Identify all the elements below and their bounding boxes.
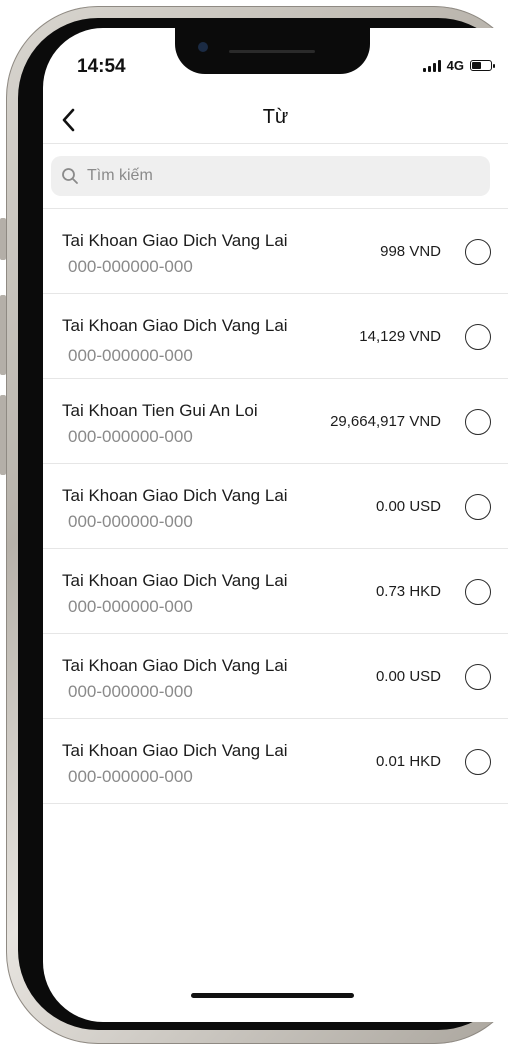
status-time: 14:54 bbox=[77, 56, 126, 77]
select-radio[interactable] bbox=[465, 239, 491, 265]
account-number: 000-000000-000 bbox=[68, 597, 193, 616]
side-button-silent bbox=[0, 218, 6, 260]
account-number: 000-000000-000 bbox=[68, 512, 193, 531]
signal-icon bbox=[422, 59, 441, 72]
side-button-volume-down bbox=[0, 395, 6, 475]
phone-screen: 14:54 4G Từ Tai Khoan Giao Dich Vang Lai… bbox=[43, 28, 508, 1022]
select-radio[interactable] bbox=[465, 409, 491, 435]
select-radio[interactable] bbox=[465, 494, 491, 520]
search-icon bbox=[62, 168, 78, 184]
account-name: Tai Khoan Giao Dich Vang Lai bbox=[62, 656, 288, 675]
account-balance: 0.01 HKD bbox=[375, 753, 441, 770]
account-row[interactable]: Tai Khoan Giao Dich Vang Lai 000-000000-… bbox=[43, 634, 508, 719]
select-radio[interactable] bbox=[465, 749, 491, 775]
account-name: Tai Khoan Giao Dich Vang Lai bbox=[62, 231, 288, 250]
navigation-bar: Từ bbox=[43, 96, 508, 144]
search-bar[interactable] bbox=[51, 156, 490, 196]
account-list: Tai Khoan Giao Dich Vang Lai 000-000000-… bbox=[43, 208, 508, 804]
account-number: 000-000000-000 bbox=[68, 257, 193, 276]
account-name: Tai Khoan Tien Gui An Loi bbox=[62, 401, 258, 420]
account-balance: 29,664,917 VND bbox=[330, 413, 441, 430]
earpiece-speaker bbox=[229, 50, 315, 53]
account-balance: 14,129 VND bbox=[359, 328, 441, 345]
account-row[interactable]: Tai Khoan Giao Dich Vang Lai 000-000000-… bbox=[43, 719, 508, 804]
account-name: Tai Khoan Giao Dich Vang Lai bbox=[62, 571, 288, 590]
search-input[interactable] bbox=[85, 166, 469, 186]
account-balance: 0.00 USD bbox=[375, 668, 441, 685]
account-name: Tai Khoan Giao Dich Vang Lai bbox=[62, 486, 288, 505]
select-radio[interactable] bbox=[465, 324, 491, 350]
account-row[interactable]: Tai Khoan Giao Dich Vang Lai 000-000000-… bbox=[43, 294, 508, 379]
account-name: Tai Khoan Giao Dich Vang Lai bbox=[62, 741, 288, 760]
account-row[interactable]: Tai Khoan Giao Dich Vang Lai 000-000000-… bbox=[43, 464, 508, 549]
account-row[interactable]: Tai Khoan Giao Dich Vang Lai 000-000000-… bbox=[43, 209, 508, 294]
account-number: 000-000000-000 bbox=[68, 427, 193, 446]
side-button-volume-up bbox=[0, 295, 6, 375]
account-name: Tai Khoan Giao Dich Vang Lai bbox=[62, 316, 288, 335]
account-balance: 0.00 USD bbox=[375, 498, 441, 515]
select-radio[interactable] bbox=[465, 579, 491, 605]
account-balance: 998 VND bbox=[380, 243, 441, 260]
account-number: 000-000000-000 bbox=[68, 767, 193, 786]
battery-icon bbox=[470, 60, 495, 71]
account-number: 000-000000-000 bbox=[68, 346, 193, 365]
account-row[interactable]: Tai Khoan Giao Dich Vang Lai 000-000000-… bbox=[43, 549, 508, 634]
front-camera bbox=[198, 42, 208, 52]
select-radio[interactable] bbox=[465, 664, 491, 690]
home-indicator[interactable] bbox=[191, 993, 354, 998]
account-row[interactable]: Tai Khoan Tien Gui An Loi 000-000000-000… bbox=[43, 379, 508, 464]
page-title: Từ bbox=[262, 106, 289, 128]
status-indicators: 4G bbox=[422, 58, 495, 73]
network-type: 4G bbox=[446, 58, 464, 73]
account-number: 000-000000-000 bbox=[68, 682, 193, 701]
account-balance: 0.73 HKD bbox=[375, 583, 441, 600]
